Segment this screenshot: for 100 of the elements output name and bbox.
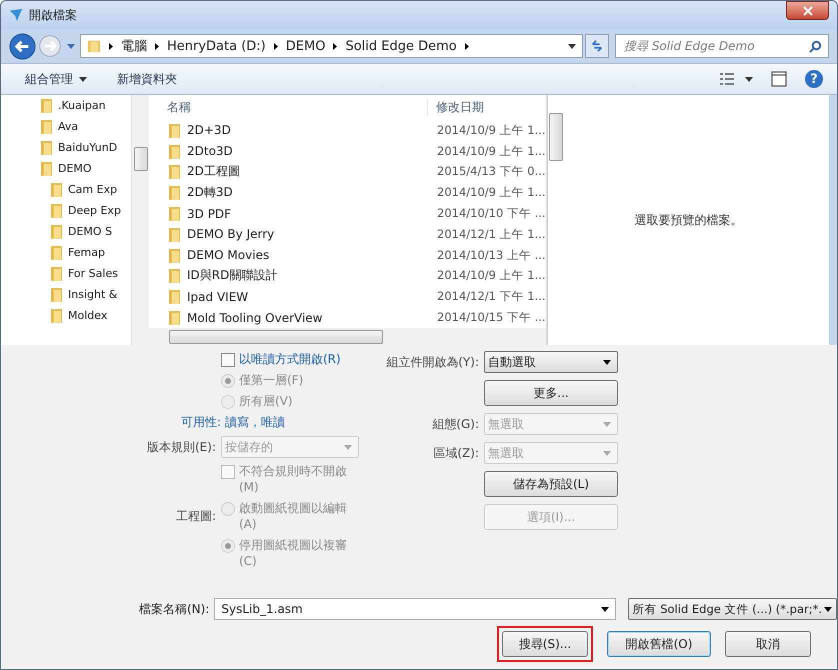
date-cell-text: 2014/12/1 上午 1...: [436, 226, 546, 242]
search-icon[interactable]: [809, 40, 822, 52]
caret-icon[interactable]: [745, 76, 753, 82]
folder-tree-item[interactable]: BaiduYunD: [41, 137, 131, 158]
option-button[interactable]: 儲存為預設(L): [484, 471, 618, 497]
folder-tree-item[interactable]: Ava: [41, 116, 131, 137]
view-menu-icon[interactable]: [719, 71, 735, 87]
folder-icon: [169, 248, 180, 263]
folder-icon: [41, 98, 52, 113]
column-header[interactable]: 名稱: [149, 99, 427, 116]
folder-icon: [51, 182, 62, 197]
column-header[interactable]: 修改日期: [427, 99, 484, 116]
date-cell-text: 2015/4/13 下午 0...: [436, 164, 546, 180]
field-label: 版本規則(E):: [146, 438, 216, 456]
folder-icon: [169, 164, 180, 180]
folder-icon: [51, 266, 62, 281]
folder-icon: [41, 140, 52, 155]
file-list-item[interactable]: 2Dto3D: [149, 144, 429, 159]
scrollbar[interactable]: [131, 95, 149, 345]
chevron-icon[interactable]: [155, 42, 159, 50]
scrollbar[interactable]: [149, 328, 546, 345]
dialog-button[interactable]: 搜尋(S)...: [502, 631, 588, 657]
toolbar-button[interactable]: 新增資料夾: [107, 66, 187, 92]
dropdown-icon[interactable]: [568, 44, 576, 48]
scrollbar-thumb[interactable]: [134, 147, 148, 171]
scrollbar-thumb[interactable]: [169, 330, 383, 344]
file-list-item[interactable]: 3D PDF: [149, 206, 429, 222]
file-list-item[interactable]: Mold Tooling OverView: [149, 310, 429, 326]
folder-tree-item[interactable]: Moldex: [41, 305, 131, 326]
file-list-item[interactable]: DEMO By Jerry: [149, 226, 429, 242]
file-list-item[interactable]: 2D工程圖: [149, 163, 429, 180]
caret-icon[interactable]: [600, 606, 609, 612]
folder-tree-item[interactable]: DEMO: [41, 158, 131, 179]
field-label: 檔案名稱(N):: [139, 600, 210, 618]
back-button[interactable]: [9, 32, 36, 60]
checkbox[interactable]: [221, 353, 235, 367]
folder-tree-item[interactable]: Cam Exp: [41, 179, 131, 200]
app-icon: [9, 8, 23, 22]
caret-icon: [603, 422, 611, 426]
caret-icon: [344, 444, 352, 450]
breadcrumb[interactable]: DEMO: [286, 38, 326, 54]
caret-icon: [79, 76, 87, 82]
folder-icon: [169, 206, 180, 222]
folder-tree-item[interactable]: Femap: [41, 242, 131, 263]
file-list-item[interactable]: 2D+3D: [149, 122, 429, 138]
folder-icon: [51, 224, 62, 239]
preview-pane-icon[interactable]: [771, 71, 787, 87]
date-cell-text: 2014/10/9 上午 1...: [436, 144, 546, 159]
field-label: 組態(G):: [431, 416, 479, 432]
folder-icon: [169, 144, 180, 159]
close-button[interactable]: [786, 1, 829, 20]
address-bar[interactable]: 電腦 HenryData (D:) DEMO Solid Edge Demo: [80, 34, 583, 58]
checkbox-option[interactable]: 以唯讀方式開啟(R): [221, 351, 359, 367]
chevron-icon[interactable]: [464, 42, 469, 50]
scrollbar-thumb[interactable]: [548, 113, 563, 161]
dropdown[interactable]: 自動選取: [484, 351, 618, 373]
folder-icon: [169, 268, 180, 284]
folder-tree-item[interactable]: For Sales: [41, 263, 131, 284]
file-list-item[interactable]: DEMO Movies: [149, 248, 429, 263]
field-label: 組立件開啟為(Y):: [385, 354, 479, 370]
file-list-item[interactable]: ID與RD關聯設計: [149, 267, 429, 284]
chevron-icon[interactable]: [274, 42, 278, 50]
folder-icon: [87, 39, 101, 53]
folder-icon: [41, 161, 52, 176]
file-list-item[interactable]: Ipad VIEW: [149, 289, 429, 304]
field-label: 區域(Z):: [432, 444, 479, 462]
breadcrumb[interactable]: Solid Edge Demo: [345, 38, 457, 54]
search-field[interactable]: 搜尋 Solid Edge Demo: [615, 34, 829, 58]
folder-icon: [169, 226, 180, 242]
folder-tree-item[interactable]: Insight &: [41, 284, 131, 305]
chevron-icon[interactable]: [333, 42, 338, 50]
toolbar-button[interactable]: 組合管理: [15, 66, 97, 92]
chevron-icon[interactable]: [109, 42, 113, 50]
refresh-button[interactable]: [585, 34, 609, 58]
breadcrumb[interactable]: HenryData (D:): [167, 38, 266, 54]
folder-tree-item[interactable]: DEMO S: [41, 221, 131, 242]
date-cell-text: 2014/10/13 上午 ...: [436, 248, 546, 263]
help-button[interactable]: ?: [805, 70, 823, 88]
breadcrumb[interactable]: 電腦: [121, 37, 147, 55]
folder-icon: [169, 185, 180, 200]
date-cell-text: 2014/10/9 上午 1...: [436, 185, 546, 200]
folder-icon: [169, 289, 180, 304]
folder-icon: [51, 245, 62, 260]
dialog-button[interactable]: 取消: [725, 631, 811, 657]
window-title: 開啟檔案: [29, 6, 77, 24]
date-cell-text: 2014/10/10 下午 ...: [436, 206, 546, 222]
filename-field[interactable]: SysLib_1.asm: [214, 598, 616, 620]
caret-icon[interactable]: [824, 606, 832, 612]
dialog-button[interactable]: 開啟舊檔(O): [607, 631, 711, 657]
date-cell-text: 2014/10/9 上午 1...: [436, 268, 546, 284]
date-cell-text: 2014/10/9 上午 1...: [436, 122, 546, 138]
caret-icon: [603, 450, 611, 456]
file-list-item[interactable]: 2D轉3D: [149, 184, 429, 202]
field-label: 工程圖:: [174, 508, 216, 524]
folder-tree-item[interactable]: .Kuaipan: [41, 95, 131, 116]
file-type-dropdown[interactable]: 所有 Solid Edge 文件 (...) (*.par;*.: [628, 598, 837, 620]
option-button[interactable]: 更多...: [484, 380, 618, 406]
folder-tree-item[interactable]: Deep Exp: [41, 200, 131, 221]
date-cell-text: 2014/12/1 下午 1...: [436, 289, 546, 304]
folder-icon: [51, 287, 62, 302]
